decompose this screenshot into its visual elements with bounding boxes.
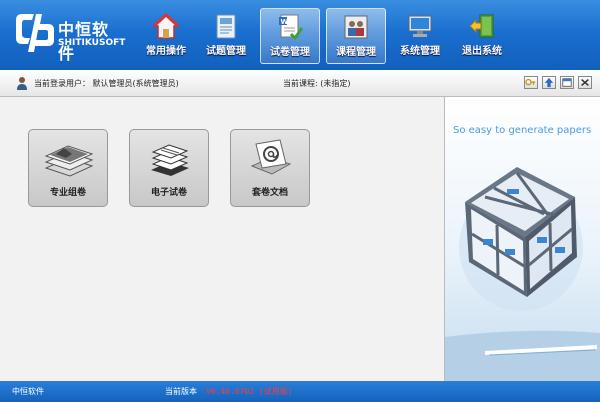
logo-mark-icon — [16, 14, 54, 52]
status-bar: 中恒软件 当前版本 V6.46.0702 (试用版) — [0, 381, 600, 402]
nav-system-management[interactable]: 系统管理 — [390, 8, 450, 64]
up-arrow-icon — [544, 77, 554, 88]
logo-name-en: SHITIKUSOFT — [58, 38, 126, 48]
at-document-icon — [250, 139, 292, 175]
status-version: V6.46.0702 (试用版) — [206, 387, 293, 396]
window-icon — [562, 78, 572, 87]
svg-text:W: W — [281, 18, 289, 26]
current-user-label: 当前登录用户： 默认管理员(系统管理员) — [34, 79, 179, 88]
electronic-paper-icon — [151, 144, 189, 176]
nav-course-management[interactable]: 课程管理 — [326, 8, 386, 64]
nav-label: 试卷管理 — [270, 47, 310, 58]
nav-label: 试题管理 — [206, 46, 246, 57]
app-logo: 中恒软件 SHITIKUSOFT — [12, 10, 126, 63]
tile-label: 专业组卷 — [49, 188, 86, 198]
info-bar: 当前登录用户： 默认管理员(系统管理员) 当前课程: (未指定) — [0, 70, 600, 97]
question-book-icon — [216, 14, 236, 39]
top-navigation-bar: 中恒软件 SHITIKUSOFT 常用操作 试题管理 W 试卷管理 课程管理 系… — [0, 0, 600, 70]
tile-professional-paper-build[interactable]: 专业组卷 — [28, 129, 108, 207]
user-icon — [17, 77, 27, 90]
up-button[interactable] — [542, 76, 556, 89]
exam-paper-icon: W — [279, 14, 304, 41]
window-button[interactable] — [560, 76, 574, 89]
course-people-icon — [344, 15, 368, 39]
status-version-label: 当前版本 — [165, 387, 197, 396]
nav-label: 退出系统 — [462, 46, 502, 57]
nav-exit-system[interactable]: 退出系统 — [452, 8, 512, 64]
promo-side-panel: So easy to generate papers — [445, 97, 600, 381]
paper-stack-icon — [44, 145, 94, 177]
nav-question-management[interactable]: 试题管理 — [196, 8, 256, 64]
close-icon — [581, 78, 589, 87]
tile-label: 电子试卷 — [150, 188, 187, 198]
close-button[interactable] — [578, 76, 592, 89]
nav-exam-paper-management[interactable]: W 试卷管理 — [260, 8, 320, 64]
computer-icon — [408, 15, 432, 37]
key-icon — [525, 78, 536, 86]
status-company: 中恒软件 — [12, 387, 44, 396]
nav-label: 常用操作 — [146, 46, 186, 57]
tile-paper-set-document[interactable]: 套卷文档 — [230, 129, 310, 207]
current-course-label: 当前课程: (未指定) — [283, 79, 351, 88]
nav-common-operations[interactable]: 常用操作 — [136, 8, 196, 64]
nav-label: 系统管理 — [400, 46, 440, 57]
nav-label: 课程管理 — [336, 47, 376, 58]
home-icon — [152, 12, 180, 39]
tile-label: 套卷文档 — [251, 188, 288, 198]
key-button[interactable] — [524, 76, 538, 89]
tile-electronic-paper[interactable]: 电子试卷 — [129, 129, 209, 207]
main-workspace: 专业组卷 电子试卷 套卷文档 — [0, 97, 445, 381]
exit-door-icon — [469, 14, 494, 38]
paper-cube-illustration — [445, 167, 600, 381]
